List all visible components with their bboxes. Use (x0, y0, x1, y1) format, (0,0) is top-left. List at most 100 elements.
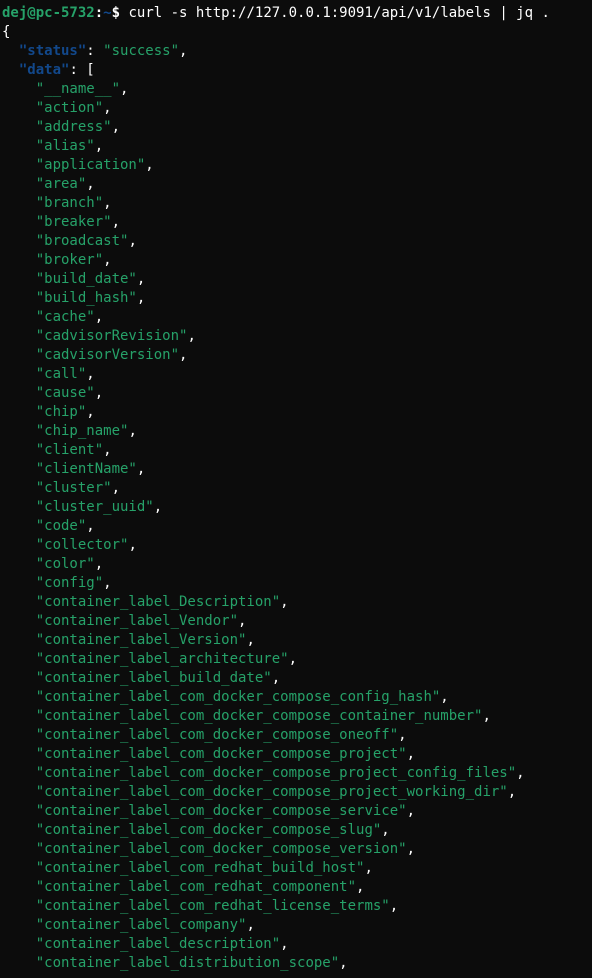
json-comma: , (154, 499, 162, 515)
json-array-item: "build_hash" (36, 290, 137, 306)
prompt-user-host: dej@pc-5732 (2, 5, 95, 21)
json-comma: , (112, 119, 120, 135)
json-comma: , (103, 442, 111, 458)
json-array-item: "application" (36, 157, 146, 173)
json-array-item: "broker" (36, 252, 103, 268)
json-comma: , (289, 651, 297, 667)
json-comma: , (407, 803, 415, 819)
json-array-item: "container_label_com_docker_compose_proj… (36, 746, 407, 762)
json-comma: , (390, 898, 398, 914)
json-comma: , (95, 309, 103, 325)
json-open-brace: { (2, 24, 10, 40)
json-comma: , (272, 670, 280, 686)
json-comma: , (516, 765, 524, 781)
json-comma: , (86, 176, 94, 192)
json-array-item: "action" (36, 100, 103, 116)
json-array-item: "cadvisorRevision" (36, 328, 188, 344)
json-array-item: "container_label_company" (36, 917, 247, 933)
json-array-item: "alias" (36, 138, 95, 154)
json-array-item: "area" (36, 176, 87, 192)
json-array-item: "container_label_com_docker_compose_proj… (36, 784, 508, 800)
json-sep: : (69, 62, 86, 78)
json-array-item: "address" (36, 119, 112, 135)
json-array-item: "container_label_com_docker_compose_proj… (36, 765, 516, 781)
json-comma: , (238, 613, 246, 629)
json-array-item: "cadvisorVersion" (36, 347, 179, 363)
json-array-item: "chip_name" (36, 423, 129, 439)
json-comma: , (103, 252, 111, 268)
json-comma: , (179, 347, 187, 363)
json-comma: , (364, 860, 372, 876)
json-comma: , (128, 423, 136, 439)
json-array-item: "container_label_com_docker_compose_oneo… (36, 727, 398, 743)
json-comma: , (86, 518, 94, 534)
json-array-item: "call" (36, 366, 87, 382)
json-array-open: [ (86, 62, 94, 78)
json-comma: , (103, 195, 111, 211)
json-array-item: "config" (36, 575, 103, 591)
json-data-line: "data": [ (2, 62, 95, 78)
json-comma: , (128, 537, 136, 553)
prompt-colon: : (95, 5, 103, 21)
json-comma: , (86, 404, 94, 420)
json-array-item: "container_label_Description" (36, 594, 280, 610)
json-comma: , (482, 708, 490, 724)
json-comma: , (95, 385, 103, 401)
prompt-line: dej@pc-5732:~$ curl -s http://127.0.0.1:… (2, 5, 550, 21)
json-array-item: "cluster" (36, 480, 112, 496)
json-comma: , (137, 271, 145, 287)
json-comma: , (112, 214, 120, 230)
json-array-item: "container_label_com_docker_compose_cont… (36, 708, 483, 724)
json-array-item: "container_label_com_redhat_component" (36, 879, 356, 895)
json-items: "__name__", "action", "address", "alias"… (2, 81, 525, 971)
json-comma: , (508, 784, 516, 800)
json-comma: , (356, 879, 364, 895)
json-comma: , (120, 81, 128, 97)
json-array-item: "broadcast" (36, 233, 129, 249)
json-comma: , (407, 746, 415, 762)
json-array-item: "code" (36, 518, 87, 534)
json-array-item: "container_label_build_date" (36, 670, 272, 686)
json-comma: , (280, 594, 288, 610)
json-array-item: "client" (36, 442, 103, 458)
json-val-status: "success" (103, 43, 179, 59)
json-comma: , (280, 936, 288, 952)
json-array-item: "container_label_Vendor" (36, 613, 238, 629)
json-array-item: "container_label_distribution_scope" (36, 955, 339, 971)
json-comma: , (339, 955, 347, 971)
json-array-item: "color" (36, 556, 95, 572)
json-comma: , (440, 689, 448, 705)
json-comma: , (137, 461, 145, 477)
json-array-item: "cache" (36, 309, 95, 325)
json-array-item: "container_label_com_docker_compose_serv… (36, 803, 407, 819)
json-array-item: "build_date" (36, 271, 137, 287)
json-array-item: "container_label_com_docker_compose_conf… (36, 689, 441, 705)
json-comma: , (103, 575, 111, 591)
json-array-item: "chip" (36, 404, 87, 420)
json-comma: , (86, 366, 94, 382)
json-comma: , (137, 290, 145, 306)
json-array-item: "container_label_com_docker_compose_vers… (36, 841, 407, 857)
json-comma: , (145, 157, 153, 173)
json-array-item: "cluster_uuid" (36, 499, 154, 515)
json-comma: , (95, 138, 103, 154)
json-comma: , (246, 632, 254, 648)
json-comma: , (246, 917, 254, 933)
prompt-path: ~ (103, 5, 111, 21)
json-key-data: "data" (19, 62, 70, 78)
json-comma: , (187, 328, 195, 344)
json-array-item: "container_label_description" (36, 936, 280, 952)
json-comma: , (103, 100, 111, 116)
json-comma: , (398, 727, 406, 743)
json-array-item: "breaker" (36, 214, 112, 230)
prompt-dollar: $ (112, 5, 120, 21)
json-sep: : (86, 43, 103, 59)
json-array-item: "__name__" (36, 81, 120, 97)
json-array-item: "clientName" (36, 461, 137, 477)
json-comma: , (407, 841, 415, 857)
json-array-item: "container_label_com_docker_compose_slug… (36, 822, 382, 838)
json-status-line: "status": "success", (2, 43, 187, 59)
terminal-output[interactable]: dej@pc-5732:~$ curl -s http://127.0.0.1:… (0, 0, 592, 973)
json-comma: , (128, 233, 136, 249)
json-array-item: "collector" (36, 537, 129, 553)
